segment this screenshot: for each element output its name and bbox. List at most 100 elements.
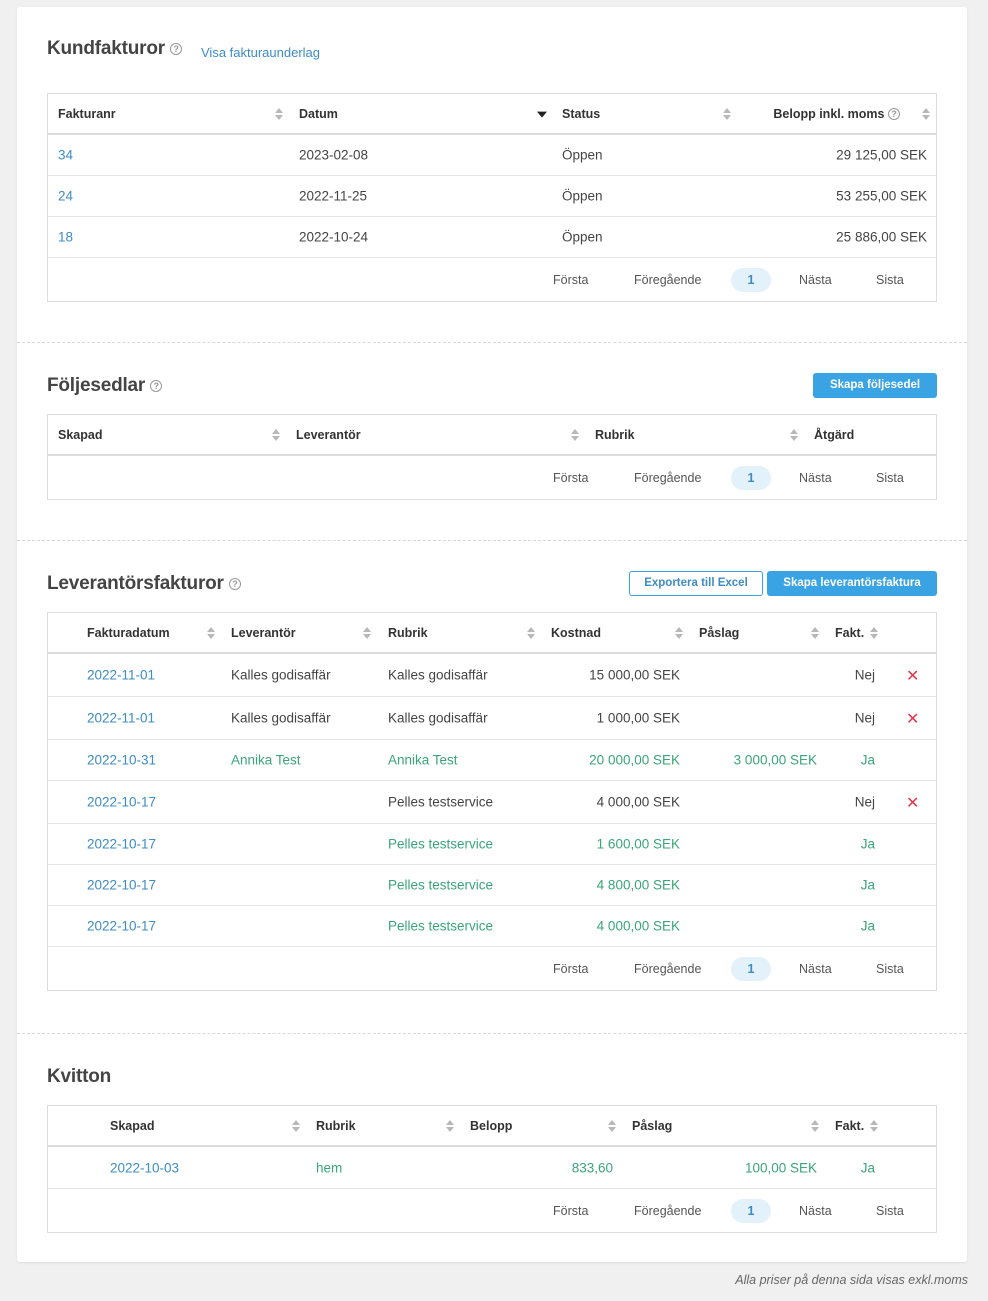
fakturadatum-link[interactable]: 2022-10-17 [87,919,156,934]
sort-icon[interactable] [674,626,684,640]
sort-icon[interactable] [526,626,536,640]
pager-prev[interactable]: Föregående [634,1204,701,1218]
sort-icon[interactable] [722,107,732,121]
fakturadatum-link[interactable]: 2022-11-01 [87,711,155,726]
pager-current-page[interactable]: 1 [731,1198,771,1223]
status-cell: Öppen [562,188,603,204]
leverantor-cell: Kalles godisaffär [231,667,331,683]
fakturadatum-link[interactable]: 2022-10-17 [87,837,156,852]
exportera-excel-button[interactable]: Exportera till Excel [629,571,763,596]
section-divider [17,540,967,541]
col-paslag[interactable]: Påslag [632,1119,672,1133]
sort-icon[interactable] [869,626,879,640]
skapad-link[interactable]: 2022-10-03 [110,1160,179,1175]
skapa-leverantorsfaktura-button[interactable]: Skapa leverantörsfaktura [767,571,937,596]
col-belopp[interactable]: Belopp inkl. moms ? [773,107,900,121]
status-cell: Öppen [562,147,603,163]
leverantorsfakturor-title: Leverantörsfakturor [47,573,224,594]
col-leverantor[interactable]: Leverantör [296,428,361,442]
table-row: 2022-10-17 Pelles testservice 1 600,00 SEK… [48,824,936,865]
fakturadatum-link[interactable]: 2022-10-17 [87,878,156,893]
pager-first[interactable]: Första [553,471,588,485]
pager-next[interactable]: Nästa [799,273,832,287]
skapa-foljesedel-button[interactable]: Skapa följesedel [813,373,937,398]
sort-icon[interactable] [607,1119,617,1133]
visa-fakturaunderlag-link[interactable]: Visa fakturaunderlag [201,45,320,60]
sort-icon[interactable] [570,428,580,442]
pager-prev[interactable]: Föregående [634,471,701,485]
col-atgard: Åtgärd [814,427,855,442]
pager-last[interactable]: Sista [876,1204,904,1218]
fakt-cell: Ja [860,752,875,768]
leverantorsfakturor-section-title: Leverantörsfakturor ? [47,573,241,595]
pager-last[interactable]: Sista [876,273,904,287]
pager-first[interactable]: Första [553,1204,588,1218]
col-status[interactable]: Status [562,107,600,121]
sort-icon[interactable] [362,626,372,640]
sort-icon[interactable] [921,107,931,121]
col-belopp[interactable]: Belopp [470,1119,512,1133]
fakt-cell: Nej [854,667,875,683]
col-rubrik[interactable]: Rubrik [316,1119,356,1133]
pager-next[interactable]: Nästa [799,962,832,976]
main-card: Kundfakturor ? Visa fakturaunderlag Fakt… [17,7,967,1262]
pager-first[interactable]: Första [553,962,588,976]
fakt-cell: Ja [860,836,875,852]
pager-last[interactable]: Sista [876,471,904,485]
delete-icon[interactable]: ✕ [906,796,919,812]
sort-icon[interactable] [789,428,799,442]
pager-current-page[interactable]: 1 [731,465,771,490]
col-fakt[interactable]: Fakt. [835,626,864,640]
col-rubrik[interactable]: Rubrik [595,428,635,442]
pagination: Första Föregående 1 Nästa Sista [48,258,936,301]
datum-cell: 2023-02-08 [299,147,369,163]
delete-icon[interactable]: ✕ [906,669,919,685]
col-skapad[interactable]: Skapad [110,1119,154,1133]
pager-first[interactable]: Första [553,273,588,287]
sort-icon[interactable] [445,1119,455,1133]
sort-icon[interactable] [810,626,820,640]
delete-icon[interactable]: ✕ [906,712,919,728]
section-divider [17,342,967,343]
col-paslag[interactable]: Påslag [699,626,739,640]
pager-current-page[interactable]: 1 [731,956,771,981]
rubrik-cell: Pelles testservice [388,918,494,934]
sort-icon[interactable] [274,107,284,121]
sort-icon[interactable] [206,626,216,640]
pager-current-page[interactable]: 1 [731,267,771,292]
col-fakturanr[interactable]: Fakturanr [58,107,116,121]
fakturadatum-link[interactable]: 2022-11-01 [87,668,155,683]
col-skapad[interactable]: Skapad [58,428,102,442]
kostnad-cell: 4 000,00 SEK [596,918,680,934]
fakturadatum-link[interactable]: 2022-10-31 [87,753,156,768]
fakturanr-link[interactable]: 18 [58,230,73,245]
fakturadatum-link[interactable]: 2022-10-17 [87,795,156,810]
pager-last[interactable]: Sista [876,962,904,976]
kundfakturor-title: Kundfakturor [47,38,165,59]
fakturanr-link[interactable]: 34 [58,148,73,163]
help-icon[interactable]: ? [228,577,241,590]
sort-icon[interactable] [271,428,281,442]
sort-icon[interactable] [810,1119,820,1133]
sort-desc-icon[interactable] [537,111,547,119]
col-kostnad[interactable]: Kostnad [551,626,601,640]
pager-next[interactable]: Nästa [799,1204,832,1218]
table-row: 24 2022-11-25 Öppen 53 255,00 SEK [48,176,936,217]
sort-icon[interactable] [291,1119,301,1133]
col-datum[interactable]: Datum [299,107,338,121]
col-fakturadatum[interactable]: Fakturadatum [87,626,170,640]
pager-prev[interactable]: Föregående [634,273,701,287]
help-icon[interactable]: ? [170,42,183,55]
paslag-cell: 3 000,00 SEK [733,752,817,768]
rubrik-cell: Annika Test [388,752,458,768]
help-icon[interactable]: ? [888,108,900,121]
col-rubrik[interactable]: Rubrik [388,626,428,640]
pager-next[interactable]: Nästa [799,471,832,485]
help-icon[interactable]: ? [150,379,163,392]
col-fakt[interactable]: Fakt. [835,1119,864,1133]
kostnad-cell: 4 800,00 SEK [596,877,680,893]
pager-prev[interactable]: Föregående [634,962,701,976]
fakturanr-link[interactable]: 24 [58,189,73,204]
col-leverantor[interactable]: Leverantör [231,626,296,640]
sort-icon[interactable] [869,1119,879,1133]
